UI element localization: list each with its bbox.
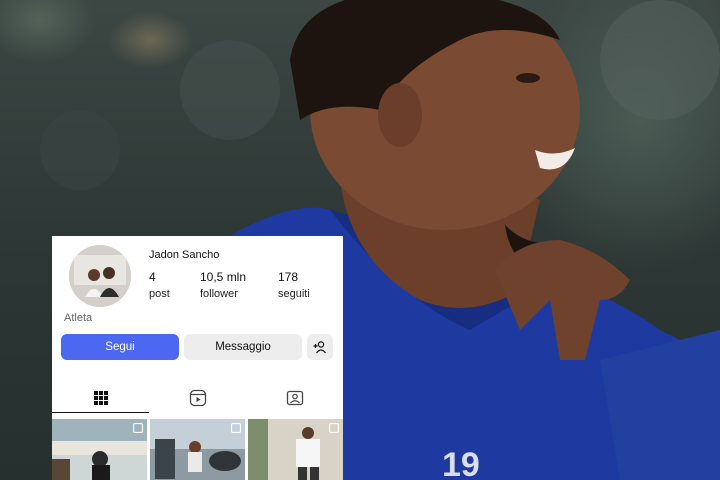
follow-button[interactable]: Segui [61, 334, 179, 360]
stat-posts[interactable]: 4 post [149, 270, 170, 300]
message-button[interactable]: Messaggio [184, 334, 302, 360]
followers-count: 10,5 mln [200, 270, 247, 284]
stat-following[interactable]: 178 seguiti [278, 270, 310, 300]
profile-bio: Atleta [64, 312, 93, 324]
tab-tagged[interactable] [246, 384, 343, 412]
tagged-icon [286, 390, 303, 406]
avatar[interactable] [69, 245, 131, 307]
posts-count: 4 [149, 270, 156, 284]
grid-icon [93, 391, 108, 405]
multiple-posts-icon [133, 423, 143, 433]
followers-label: follower [200, 288, 238, 300]
suggest-user-button[interactable] [307, 334, 333, 360]
post-grid [52, 419, 343, 480]
profile-card: Jadon Sancho 4 post 10,5 mln follower 17… [52, 236, 343, 480]
post-thumbnail[interactable] [52, 419, 147, 480]
add-person-icon [313, 341, 326, 354]
jersey-number: 19 [442, 446, 480, 480]
avatar-image [69, 245, 131, 307]
following-count: 178 [278, 270, 299, 284]
post-thumbnail[interactable] [248, 419, 343, 480]
following-label: seguiti [278, 288, 310, 300]
multiple-posts-icon [231, 423, 241, 433]
reels-icon [189, 389, 206, 407]
profile-username: Jadon Sancho [149, 249, 220, 261]
posts-label: post [149, 288, 170, 300]
tab-reels[interactable] [149, 384, 246, 412]
stat-followers[interactable]: 10,5 mln follower [200, 270, 246, 300]
tab-posts[interactable] [52, 384, 149, 413]
multiple-posts-icon [329, 423, 339, 433]
profile-tabs [52, 384, 343, 414]
post-thumbnail[interactable] [150, 419, 245, 480]
